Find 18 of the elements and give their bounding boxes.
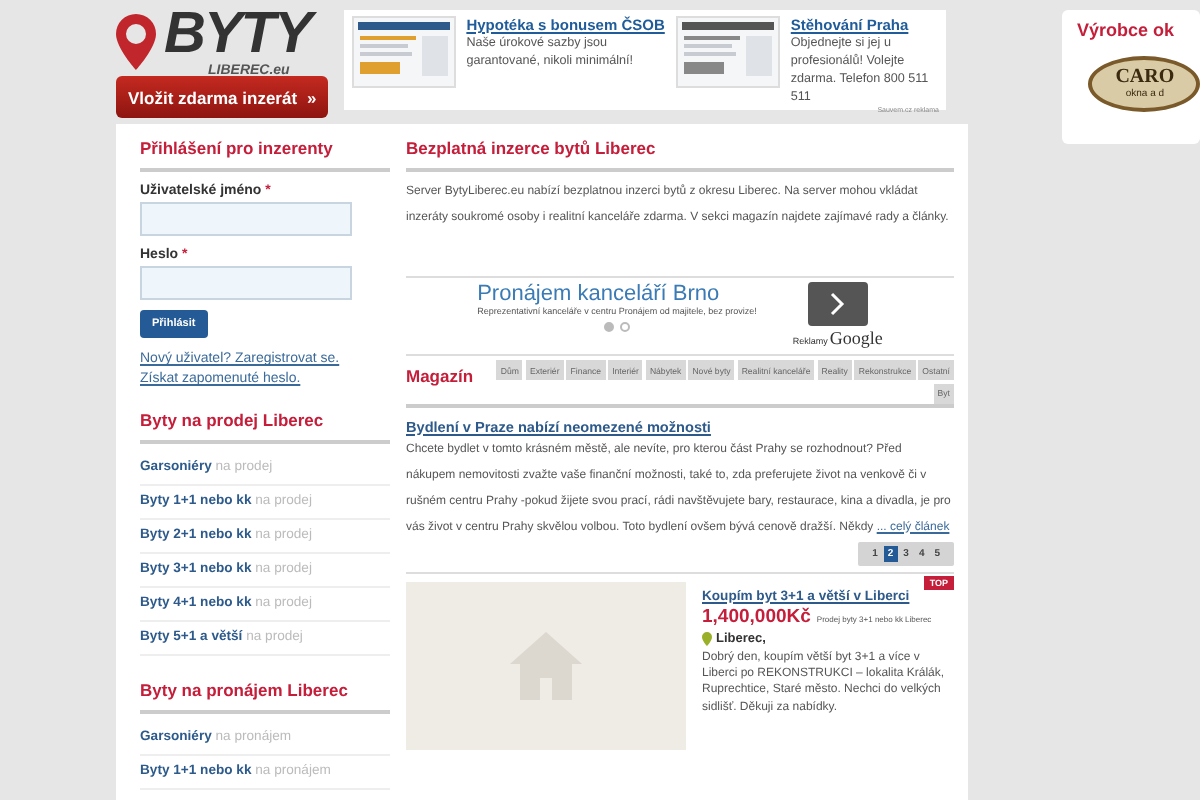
listing-price: 1,400,000Kč <box>702 605 811 627</box>
next-button[interactable] <box>807 282 868 326</box>
section-title: Bezplatná inzerce bytů Liberec <box>406 138 954 172</box>
carousel-dot[interactable] <box>619 322 630 332</box>
post-ad-button[interactable]: Vložit zdarma inzerát » <box>116 76 329 118</box>
carousel-dot[interactable] <box>603 322 614 332</box>
ad-brand: Google <box>829 328 883 348</box>
side-ad-title: Výrobce ok <box>1076 20 1176 40</box>
map-pin-icon <box>116 13 156 69</box>
section-title: Byty na prodej Liberec <box>140 410 390 444</box>
chevron-right-icon <box>829 292 846 316</box>
password-field[interactable] <box>140 266 352 300</box>
section-title: Byty na pronájem Liberec <box>140 680 390 714</box>
section-title: Přihlášení pro inzerenty <box>140 138 390 172</box>
username-field[interactable] <box>140 202 352 236</box>
ad-title[interactable]: Pronájem kanceláří Brno <box>477 282 757 306</box>
section-title: Magazín <box>406 364 474 386</box>
location-pin-icon <box>702 631 712 645</box>
